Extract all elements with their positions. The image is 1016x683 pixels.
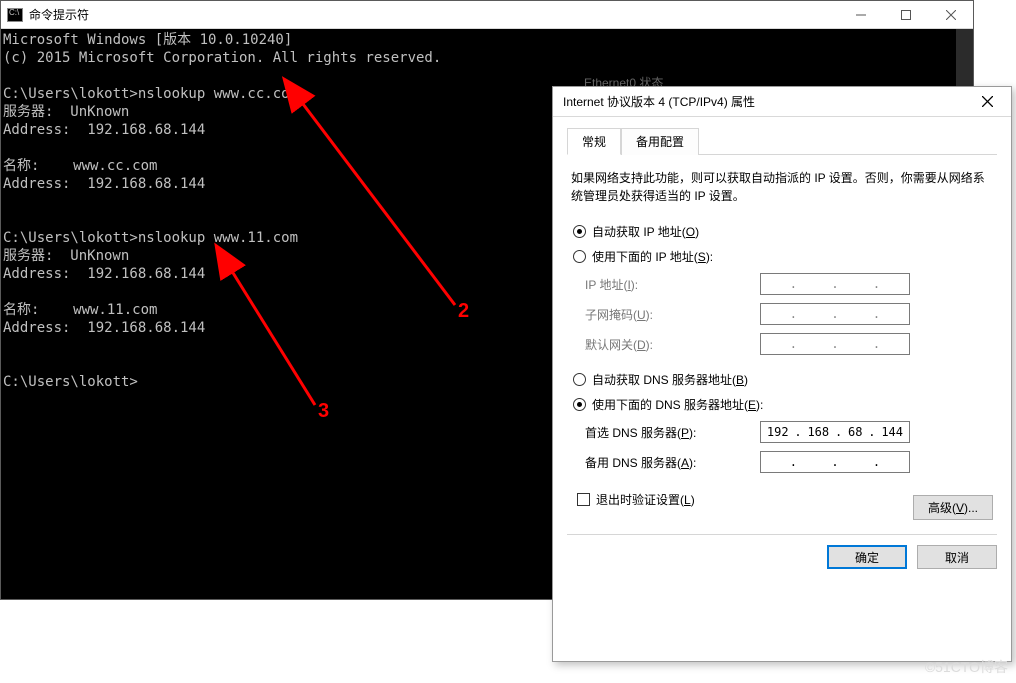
radio-label: 自动获取 IP 地址(O): [592, 223, 699, 240]
radio-label: 自动获取 DNS 服务器地址(B): [592, 371, 748, 388]
radio-icon: [573, 225, 586, 238]
ok-button[interactable]: 确定: [827, 545, 907, 569]
cmd-line: 名称: www.11.com: [3, 302, 157, 318]
ipv4-properties-dialog: Internet 协议版本 4 (TCP/IPv4) 属性 常规 备用配置 如果…: [552, 86, 1012, 662]
checkbox-label: 退出时验证设置(L): [596, 491, 695, 508]
input-default-gateway: ...: [760, 333, 910, 355]
cmd-line: C:\Users\lokott>nslookup www.11.com: [3, 230, 298, 246]
input-subnet-mask: ...: [760, 303, 910, 325]
label-ip: IP 地址(I):: [585, 276, 760, 293]
radio-label: 使用下面的 IP 地址(S):: [592, 248, 713, 265]
minimize-button[interactable]: [838, 1, 883, 29]
cmd-line: (c) 2015 Microsoft Corporation. All righ…: [3, 50, 441, 66]
radio-manual-ip[interactable]: 使用下面的 IP 地址(S):: [573, 248, 997, 265]
tab-alternate[interactable]: 备用配置: [621, 128, 699, 155]
cmd-line: C:\Users\lokott>nslookup www.cc.com: [3, 86, 298, 102]
input-ip-address: ...: [760, 273, 910, 295]
annotation-label-3: 3: [318, 400, 329, 423]
radio-auto-dns[interactable]: 自动获取 DNS 服务器地址(B): [573, 371, 997, 388]
input-alternate-dns[interactable]: . . .: [760, 451, 910, 473]
radio-manual-dns[interactable]: 使用下面的 DNS 服务器地址(E):: [573, 396, 997, 413]
dialog-tabstrip: 常规 备用配置: [567, 127, 997, 155]
cmd-line: Microsoft Windows [版本 10.0.10240]: [3, 32, 292, 48]
cmd-line: Address: 192.168.68.144: [3, 176, 205, 192]
cmd-titlebar[interactable]: C:\ 命令提示符: [1, 1, 973, 29]
advanced-button[interactable]: 高级(V)...: [913, 495, 993, 520]
radio-icon: [573, 373, 586, 386]
label-gateway: 默认网关(D):: [585, 336, 760, 353]
maximize-button[interactable]: [883, 1, 928, 29]
label-preferred-dns: 首选 DNS 服务器(P):: [585, 424, 760, 441]
dialog-close-button[interactable]: [965, 87, 1009, 117]
input-preferred-dns[interactable]: 192. 168. 68. 144: [760, 421, 910, 443]
label-alternate-dns: 备用 DNS 服务器(A):: [585, 454, 760, 471]
radio-label: 使用下面的 DNS 服务器地址(E):: [592, 396, 763, 413]
dialog-titlebar[interactable]: Internet 协议版本 4 (TCP/IPv4) 属性: [553, 87, 1011, 117]
tab-general[interactable]: 常规: [567, 128, 621, 155]
watermark: ©51CTO博客: [925, 657, 1008, 677]
radio-icon: [573, 250, 586, 263]
radio-auto-ip[interactable]: 自动获取 IP 地址(O): [573, 223, 997, 240]
radio-icon: [573, 398, 586, 411]
dialog-title: Internet 协议版本 4 (TCP/IPv4) 属性: [563, 93, 965, 110]
cmd-icon: C:\: [7, 8, 23, 22]
info-text: 如果网络支持此功能，则可以获取自动指派的 IP 设置。否则，你需要从网络系统管理…: [571, 169, 993, 205]
cmd-line: Address: 192.168.68.144: [3, 320, 205, 336]
annotation-label-2: 2: [458, 300, 469, 323]
cmd-line: 服务器: UnKnown: [3, 104, 129, 120]
label-subnet: 子网掩码(U):: [585, 306, 760, 323]
cmd-line: C:\Users\lokott>: [3, 374, 138, 390]
cmd-line: Address: 192.168.68.144: [3, 122, 205, 138]
checkbox-validate-on-exit[interactable]: 退出时验证设置(L): [577, 491, 695, 508]
close-button[interactable]: [928, 1, 973, 29]
cmd-line: 名称: www.cc.com: [3, 158, 157, 174]
cmd-line: Address: 192.168.68.144: [3, 266, 205, 282]
cmd-line: 服务器: UnKnown: [3, 248, 129, 264]
cmd-title: 命令提示符: [29, 6, 838, 23]
checkbox-icon: [577, 493, 590, 506]
cancel-button[interactable]: 取消: [917, 545, 997, 569]
